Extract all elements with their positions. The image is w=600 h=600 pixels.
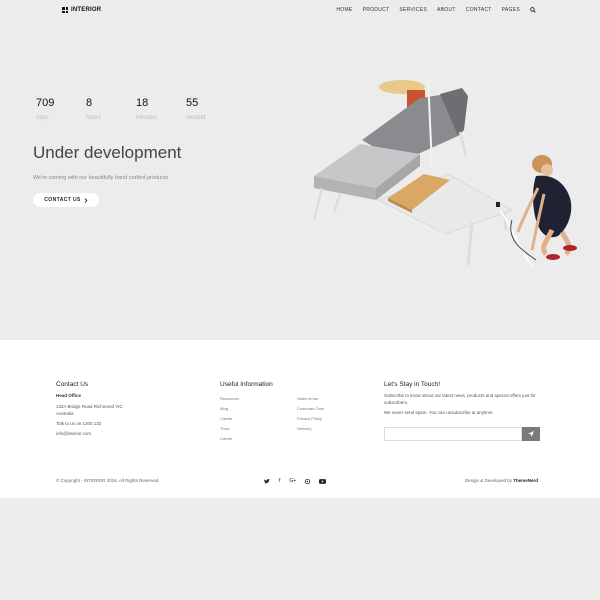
contact-us-button[interactable]: CONTACT US [33, 193, 99, 207]
newsletter-spam-note: We never send spam. You can unsubscribe … [384, 410, 494, 415]
search-icon[interactable] [530, 7, 536, 13]
credit-text: Design & Developed by ThemeNerd [465, 478, 538, 483]
countdown-hours: 8 hours [86, 97, 136, 121]
link-blog[interactable]: Blog [220, 406, 228, 411]
phone-text: Talk to us on 1300 132 [56, 421, 102, 426]
link-privacy-policy[interactable]: Privacy Policy [297, 416, 322, 421]
newsletter-heading: Let's Stay in Touch! [384, 381, 441, 388]
subscribe-email-input[interactable] [384, 427, 522, 441]
countdown-label: minutes [136, 115, 158, 121]
link-customer-care[interactable]: Customer Care [297, 406, 324, 411]
countdown-value: 709 [36, 97, 55, 109]
hero-title: Under development [33, 143, 182, 162]
nav-about[interactable]: ABOUT [437, 7, 456, 13]
countdown-value: 18 [136, 97, 149, 109]
pinterest-icon[interactable] [305, 478, 311, 484]
logo-grid-icon [62, 7, 68, 13]
newsletter-text: Subscribe to know about our latest news,… [384, 393, 536, 405]
countdown-label: hours [86, 115, 102, 121]
nav-pages[interactable]: PAGES [502, 7, 520, 13]
nav-contact[interactable]: CONTACT [466, 7, 492, 13]
countdown-label: second [186, 115, 206, 121]
link-career[interactable]: Career [220, 436, 232, 441]
address-line-1: 132A Bridge Road Richmond VIC [56, 404, 123, 409]
email-link[interactable]: info@interior.com [56, 431, 91, 436]
countdown-minutes: 18 minutes [136, 97, 186, 121]
credit-author-link[interactable]: ThemeNerd [513, 478, 538, 483]
main-nav: HOME PRODUCT SERVICES ABOUT CONTACT PAGE… [336, 7, 536, 13]
head-office-label: Head Office [56, 393, 82, 398]
subscribe-button[interactable] [522, 427, 540, 441]
contact-heading: Contact Us [56, 381, 89, 388]
facebook-icon[interactable]: f [279, 478, 280, 484]
chevron-right-icon [84, 197, 88, 203]
nav-product[interactable]: PRODUCT [363, 7, 390, 13]
countdown-value: 8 [86, 97, 93, 109]
useful-info-heading: Useful Information [220, 381, 273, 388]
brand-name: INTERIOR [71, 7, 102, 13]
send-icon [528, 431, 534, 437]
link-delivery[interactable]: Delivery [297, 426, 311, 431]
contact-us-label: CONTACT US [44, 197, 81, 203]
hero-furniture-image [312, 77, 577, 267]
link-resources[interactable]: Resources [220, 396, 239, 401]
google-plus-icon[interactable]: G+ [289, 478, 296, 484]
nav-services[interactable]: SERVICES [399, 7, 427, 13]
credit-prefix: Design & Developed by [464, 478, 512, 483]
countdown-label: days [36, 115, 49, 121]
copyright-text: © Copyright - INTERIOR 2016. All Rights … [56, 478, 160, 483]
link-clients[interactable]: Clients [220, 416, 232, 421]
countdown: 709 days 8 hours 18 minutes 55 second [36, 97, 236, 121]
twitter-icon[interactable] [264, 478, 270, 484]
link-trust[interactable]: Trust [220, 426, 229, 431]
youtube-icon[interactable] [319, 478, 327, 484]
hero-subtitle: We're coming with our beautifully hand c… [33, 175, 169, 181]
link-sales-terms[interactable]: Sales terms [297, 396, 318, 401]
social-links: f G+ [264, 478, 327, 484]
nav-home[interactable]: HOME [336, 7, 352, 13]
countdown-days: 709 days [36, 97, 86, 121]
logo[interactable]: INTERIOR [62, 7, 101, 13]
countdown-value: 55 [186, 97, 199, 109]
address-line-2: Australia [56, 411, 74, 416]
countdown-seconds: 55 second [186, 97, 236, 121]
